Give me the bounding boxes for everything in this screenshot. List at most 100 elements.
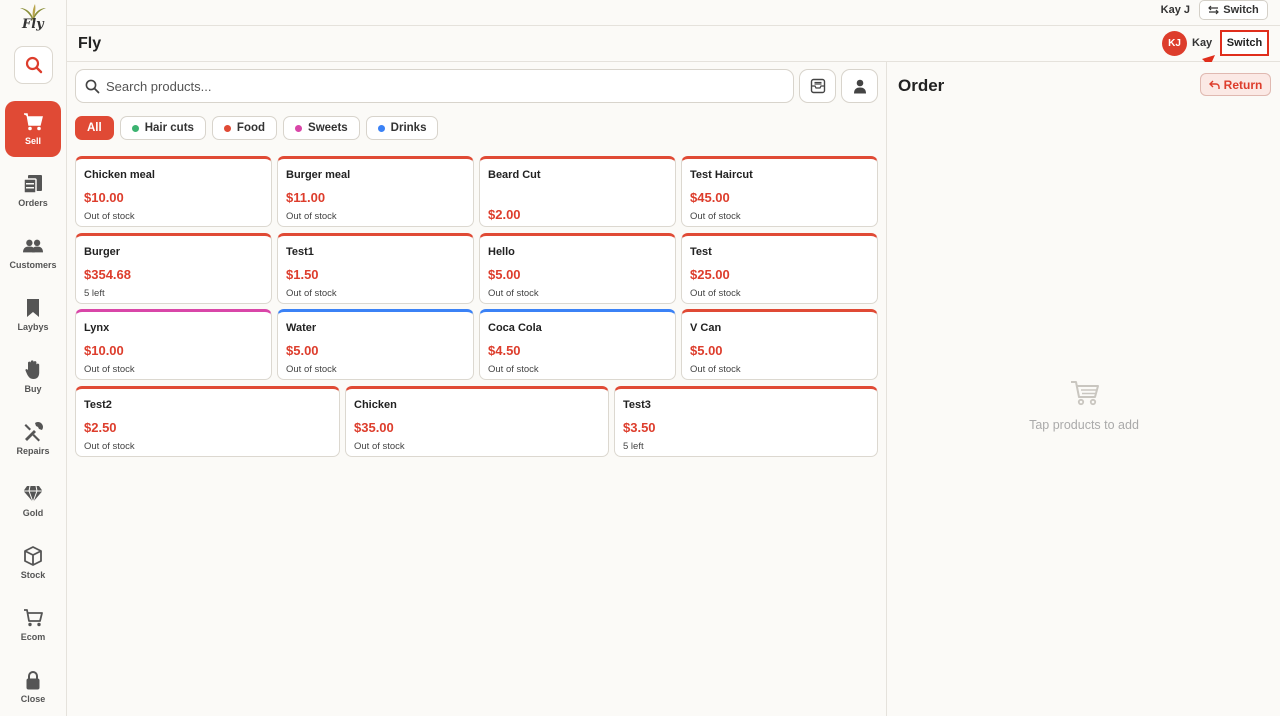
sidebar-item-label: Orders — [18, 198, 48, 208]
category-chip-sweets[interactable]: Sweets — [283, 116, 360, 140]
product-price: $2.50 — [84, 420, 117, 435]
return-button[interactable]: Return — [1200, 73, 1271, 96]
sidebar-item-buy[interactable]: Buy — [5, 349, 61, 405]
person-icon — [853, 79, 866, 93]
product-card[interactable]: Burger $354.68 5 left — [75, 233, 272, 304]
category-chip-all[interactable]: All — [75, 116, 114, 140]
chip-label: Sweets — [308, 122, 348, 134]
product-stock: Out of stock — [286, 288, 337, 299]
category-chip-hair-cuts[interactable]: Hair cuts — [119, 116, 206, 140]
product-name: Test2 — [84, 399, 112, 411]
swap-icon — [1208, 5, 1220, 15]
customers-icon — [23, 236, 43, 256]
sidebar-item-label: Buy — [24, 384, 42, 394]
product-price: $5.00 — [488, 267, 521, 282]
product-name: V Can — [690, 322, 722, 334]
sidebar-item-sell[interactable]: Sell — [5, 101, 61, 157]
product-price: $11.00 — [286, 190, 326, 205]
product-name: Burger — [84, 246, 121, 258]
search-icon — [85, 79, 100, 94]
product-card[interactable]: Beard Cut $2.00 — [479, 156, 676, 227]
dot-icon — [295, 124, 303, 132]
product-name: Test Haircut — [690, 169, 753, 181]
product-name: Hello — [488, 246, 515, 258]
product-stock: Out of stock — [84, 441, 135, 452]
chip-label: Hair cuts — [144, 122, 194, 134]
product-card[interactable]: Test Haircut $45.00 Out of stock — [681, 156, 878, 227]
product-stock: 5 left — [84, 288, 105, 299]
header-switch-button[interactable]: Switch — [1220, 30, 1269, 56]
product-stock: Out of stock — [84, 364, 135, 375]
product-card[interactable]: Lynx $10.00 Out of stock — [75, 309, 272, 380]
product-name: Burger meal — [286, 169, 351, 181]
product-card[interactable]: Chicken $35.00 Out of stock — [345, 386, 609, 457]
sidebar-item-ecom[interactable]: Ecom — [5, 597, 61, 653]
product-price: $354.68 — [84, 267, 131, 282]
product-card[interactable]: Hello $5.00 Out of stock — [479, 233, 676, 304]
sidebar-item-gold[interactable]: Gold — [5, 473, 61, 529]
customer-button[interactable] — [841, 69, 878, 103]
product-card[interactable]: Water $5.00 Out of stock — [277, 309, 474, 380]
product-name: Test3 — [623, 399, 651, 411]
product-stock: Out of stock — [488, 288, 539, 299]
category-chip-food[interactable]: Food — [211, 116, 278, 140]
sidebar-item-orders[interactable]: Orders — [5, 163, 61, 219]
product-card[interactable]: Test1 $1.50 Out of stock — [277, 233, 474, 304]
top-switch-label: Switch — [1223, 4, 1259, 16]
diamond-icon — [23, 484, 43, 504]
dot-icon — [223, 124, 231, 132]
search-icon — [25, 56, 42, 74]
product-card[interactable]: Test3 $3.50 5 left — [614, 386, 878, 457]
header: Fly KJ Kay Switch — [67, 26, 1280, 62]
product-name: Beard Cut — [488, 169, 541, 181]
product-price: $4.50 — [488, 343, 521, 358]
product-name: Lynx — [84, 322, 110, 334]
product-card[interactable]: Chicken meal $10.00 Out of stock — [75, 156, 272, 227]
sidebar-item-label: Customers — [9, 260, 57, 270]
product-price: $5.00 — [286, 343, 319, 358]
empty-order-text: Tap products to add — [1029, 418, 1139, 432]
sidebar-item-label: Sell — [24, 136, 41, 146]
category-chip-drinks[interactable]: Drinks — [365, 116, 439, 140]
lock-icon — [23, 670, 43, 690]
orders-icon — [23, 174, 43, 194]
empty-cart-icon — [1071, 381, 1099, 406]
shop-cart-icon — [23, 608, 43, 628]
product-card[interactable]: Coca Cola $4.50 Out of stock — [479, 309, 676, 380]
sidebar-item-close[interactable]: Close — [5, 659, 61, 715]
order-panel: Order Return Tap products to add — [886, 62, 1280, 716]
sidebar-search-button[interactable] — [14, 46, 53, 84]
product-stock: Out of stock — [354, 441, 405, 452]
dot-icon — [131, 124, 139, 132]
product-name: Test1 — [286, 246, 314, 258]
product-name: Chicken — [354, 399, 397, 411]
bookmark-icon — [23, 298, 43, 318]
sidebar-item-stock[interactable]: Stock — [5, 535, 61, 591]
product-card[interactable]: Burger meal $11.00 Out of stock — [277, 156, 474, 227]
product-stock: Out of stock — [690, 364, 741, 375]
logo-text: Fly — [22, 17, 44, 32]
scan-button[interactable] — [799, 69, 836, 103]
product-card[interactable]: Test $25.00 Out of stock — [681, 233, 878, 304]
product-name: Chicken meal — [84, 169, 155, 181]
search-input[interactable] — [106, 76, 776, 96]
category-filters: All Hair cuts Food Sweets Drinks — [75, 116, 439, 140]
tools-icon — [23, 422, 43, 442]
sidebar-item-repairs[interactable]: Repairs — [5, 411, 61, 467]
top-user-name: Kay J — [1160, 4, 1190, 16]
sidebar-item-label: Ecom — [20, 632, 46, 642]
sidebar: Fly Sell Orders Customers Laybys Buy Rep… — [0, 0, 67, 716]
product-price: $1.50 — [286, 267, 319, 282]
return-icon — [1208, 80, 1220, 89]
order-title: Order — [898, 76, 945, 95]
product-price: $45.00 — [690, 190, 730, 205]
product-card[interactable]: Test2 $2.50 Out of stock — [75, 386, 340, 457]
sidebar-item-label: Close — [20, 694, 46, 704]
product-card[interactable]: V Can $5.00 Out of stock — [681, 309, 878, 380]
sidebar-item-customers[interactable]: Customers — [5, 225, 61, 281]
sidebar-item-laybys[interactable]: Laybys — [5, 287, 61, 343]
product-price: $3.50 — [623, 420, 656, 435]
search-bar — [75, 69, 794, 103]
product-name: Water — [286, 322, 317, 334]
top-switch-button[interactable]: Switch — [1199, 0, 1268, 20]
